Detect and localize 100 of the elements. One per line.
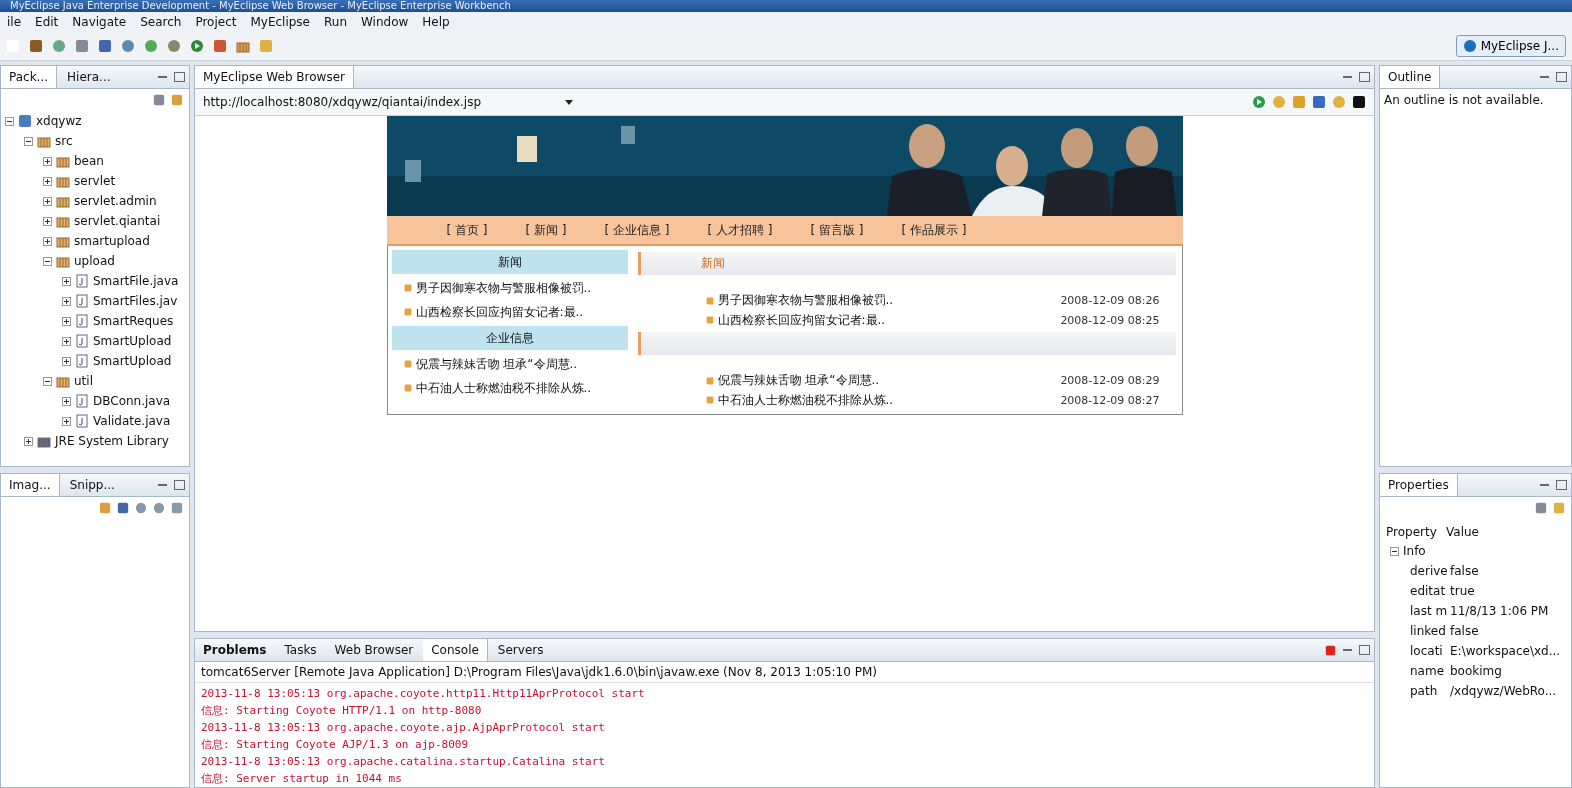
- tree-item[interactable]: SmartFile.java: [93, 274, 179, 288]
- tree-item[interactable]: JRE System Library: [55, 434, 169, 448]
- maximize-icon[interactable]: [1556, 72, 1567, 82]
- collapse-toggle[interactable]: [24, 136, 33, 146]
- news-date: 2008-12-09 08:27: [1060, 393, 1161, 407]
- section-heading: 新闻: [391, 250, 628, 274]
- collapse-toggle[interactable]: [5, 116, 14, 126]
- view-tab[interactable]: Properties: [1380, 474, 1458, 496]
- nav-link[interactable]: [ 作品展示 ]: [901, 221, 967, 239]
- process-label: tomcat6Server [Remote Java Application] D:\Program Files\Java\jdk1.6.0\bin\javaw.exe (Nov 8, 2013 1:05:10 PM): [195, 662, 1374, 683]
- menu-item[interactable]: Window: [354, 15, 416, 29]
- tree-item[interactable]: bean: [74, 154, 104, 168]
- menu-item[interactable]: ile: [0, 15, 29, 29]
- go-button[interactable]: [1252, 95, 1266, 109]
- expand-toggle[interactable]: [62, 276, 71, 286]
- menu-item[interactable]: Edit: [28, 15, 66, 29]
- tree-item[interactable]: SmartFiles.jav: [93, 294, 178, 308]
- property-name: derive: [1410, 564, 1449, 578]
- expand-toggle[interactable]: [62, 356, 71, 366]
- view-tab[interactable]: Web Browser: [326, 639, 422, 661]
- tree-item[interactable]: servlet.admin: [74, 194, 157, 208]
- run-button[interactable]: [190, 39, 204, 53]
- maximize-icon[interactable]: [174, 72, 185, 82]
- view-tab[interactable]: Imag...: [1, 474, 60, 496]
- tree-item[interactable]: SmartUpload: [93, 334, 172, 348]
- view-tab[interactable]: Problems: [195, 639, 275, 661]
- view-tab[interactable]: Servers: [489, 639, 552, 661]
- maximize-icon[interactable]: [1359, 645, 1370, 655]
- url-field[interactable]: http://localhost:8080/xdqywz/qiantai/index.jsp: [203, 95, 573, 109]
- tree-item[interactable]: Validate.java: [93, 414, 171, 428]
- news-link[interactable]: 山西检察长回应拘留女记者:最..: [415, 303, 584, 321]
- menu-item[interactable]: Help: [415, 15, 457, 29]
- expand-toggle[interactable]: [43, 236, 52, 246]
- view-tab[interactable]: Pack...: [1, 66, 58, 88]
- package-icon: [56, 154, 70, 168]
- tree-item[interactable]: servlet: [74, 174, 116, 188]
- logo-icon: [1462, 39, 1477, 53]
- tree-item[interactable]: DBConn.java: [93, 394, 171, 408]
- tree-item[interactable]: smartupload: [74, 234, 150, 248]
- view-tab[interactable]: Hiera...: [59, 66, 119, 88]
- java-file-icon: [75, 274, 89, 288]
- tree-item[interactable]: servlet.qiantai: [74, 214, 161, 228]
- collapse-toggle[interactable]: [1390, 546, 1399, 556]
- screen-button[interactable]: [1352, 95, 1366, 109]
- news-link[interactable]: 中石油人士称燃油税不排除从炼..: [415, 379, 592, 397]
- console-line: 信息: Server startup in 1044 ms: [201, 771, 403, 787]
- menu-item[interactable]: Search: [133, 15, 189, 29]
- view-tab[interactable]: Tasks: [276, 639, 325, 661]
- expand-toggle[interactable]: [43, 156, 52, 166]
- collapse-toggle[interactable]: [43, 256, 52, 266]
- maximize-icon[interactable]: [1359, 72, 1370, 82]
- tree-item[interactable]: SmartReques: [93, 314, 174, 328]
- nav-link[interactable]: [ 留言版 ]: [810, 221, 864, 239]
- nav-link[interactable]: [ 人才招聘 ]: [707, 221, 773, 239]
- property-group[interactable]: Info: [1403, 544, 1426, 558]
- tree-item[interactable]: xdqywz: [36, 114, 82, 128]
- view-tab[interactable]: Snipp...: [61, 474, 123, 496]
- nav-link[interactable]: [ 首页 ]: [446, 221, 488, 239]
- expand-toggle[interactable]: [62, 316, 71, 326]
- expand-toggle[interactable]: [24, 436, 33, 446]
- news-link[interactable]: 倪震与辣妹舌吻 坦承“令周慧..: [415, 355, 578, 373]
- bullet-icon: [403, 360, 412, 368]
- menu-item[interactable]: Run: [317, 15, 354, 29]
- property-name: name: [1410, 664, 1446, 678]
- expand-toggle[interactable]: [62, 416, 71, 426]
- stop-button[interactable]: [1312, 95, 1326, 109]
- expand-toggle[interactable]: [43, 216, 52, 226]
- menu-item[interactable]: MyEclipse: [243, 15, 317, 29]
- view-tab[interactable]: MyEclipse Web Browser: [195, 66, 354, 88]
- java-file-icon: [75, 394, 89, 408]
- expand-toggle[interactable]: [62, 336, 71, 346]
- bullet-icon: [705, 296, 714, 305]
- java-file-icon: [75, 414, 89, 428]
- perspective-button[interactable]: MyEclipse J...: [1455, 35, 1566, 57]
- nav-link[interactable]: [ 新闻 ]: [525, 221, 567, 239]
- news-link[interactable]: 男子因御寒衣物与警服相像被罚..: [415, 279, 592, 297]
- news-link[interactable]: 中石油人士称燃油税不排除从炼..: [717, 391, 894, 409]
- menu-item[interactable]: Project: [188, 15, 244, 29]
- dropdown-icon[interactable]: [565, 99, 573, 105]
- tree-item[interactable]: SmartUpload: [93, 354, 172, 368]
- expand-toggle[interactable]: [43, 176, 52, 186]
- news-link[interactable]: 倪震与辣妹舌吻 坦承“令周慧..: [717, 372, 880, 390]
- expand-toggle[interactable]: [43, 196, 52, 206]
- tree-item[interactable]: src: [55, 134, 73, 148]
- menu-item[interactable]: Navigate: [65, 15, 134, 29]
- news-link[interactable]: 男子因御寒衣物与警服相像被罚..: [717, 292, 894, 310]
- property-value: false: [1450, 624, 1480, 638]
- package-icon: [56, 254, 70, 268]
- view-tab[interactable]: Console: [423, 639, 488, 661]
- collapse-toggle[interactable]: [43, 376, 52, 386]
- expand-toggle[interactable]: [62, 296, 71, 306]
- tree-item[interactable]: upload: [74, 254, 115, 268]
- maximize-icon[interactable]: [174, 480, 185, 490]
- news-link[interactable]: 山西检察长回应拘留女记者:最..: [717, 311, 886, 329]
- expand-toggle[interactable]: [62, 396, 71, 406]
- nav-link[interactable]: [ 企业信息 ]: [604, 221, 670, 239]
- news-date: 2008-12-09 08:25: [1060, 313, 1161, 327]
- maximize-icon[interactable]: [1556, 480, 1567, 490]
- view-tab[interactable]: Outline: [1380, 66, 1441, 88]
- tree-item[interactable]: util: [74, 374, 93, 388]
